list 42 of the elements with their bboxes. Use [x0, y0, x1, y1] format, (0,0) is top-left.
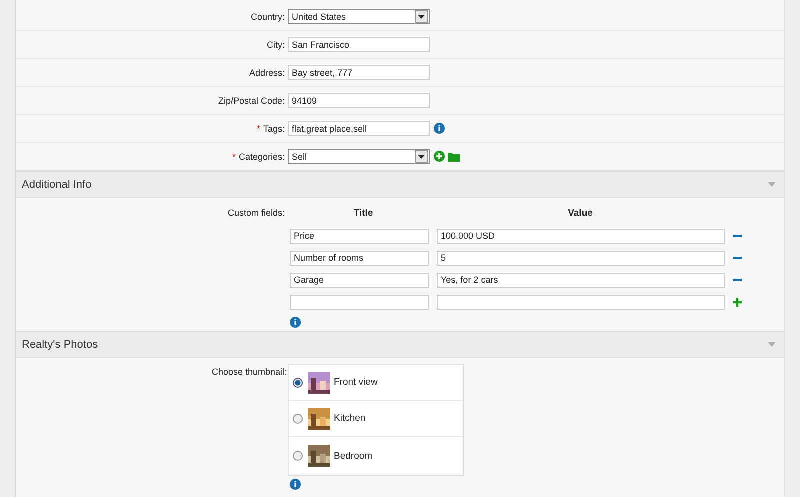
value-field[interactable]: Yes, for 2 cars [437, 272, 725, 288]
field-label: Categories: [238, 152, 285, 162]
folder-icon[interactable] [448, 152, 460, 162]
required-mark: * [256, 124, 260, 134]
title-field[interactable]: Price [290, 228, 429, 244]
field-label: Zip/Postal Code: [218, 96, 285, 106]
text-field[interactable]: San Francisco [288, 37, 430, 52]
dropdown[interactable]: Sell [288, 149, 430, 164]
field-label: Country: [250, 12, 285, 22]
add-icon[interactable] [733, 298, 742, 306]
required-mark: * [232, 152, 236, 162]
field-label: Custom fields: [226, 207, 285, 220]
title-field[interactable]: Garage [290, 272, 429, 288]
section-header[interactable]: Realty's Photos [16, 331, 784, 358]
text-field[interactable]: Bay street, 777 [288, 65, 430, 80]
column-header: Title [352, 208, 374, 221]
column-header: Value [567, 208, 594, 221]
remove-icon[interactable] [733, 278, 742, 282]
text-field[interactable]: 94109 [288, 93, 430, 108]
info-icon[interactable] [290, 479, 301, 490]
section-header[interactable]: Additional Info [16, 171, 784, 198]
value-field[interactable]: 100.000 USD [437, 228, 725, 244]
dropdown[interactable]: United States [288, 9, 430, 24]
radio-button[interactable] [293, 414, 303, 424]
field-label: Address: [249, 68, 285, 78]
radio-button[interactable] [293, 378, 303, 388]
title-field[interactable]: Number of rooms [290, 250, 429, 266]
field-label: Tags: [263, 124, 285, 134]
text-field[interactable]: flat,great place,sell [288, 121, 430, 136]
value-field[interactable] [437, 294, 725, 310]
thumbnail-label: Front view [334, 377, 378, 388]
radio-button[interactable] [293, 451, 303, 461]
field-label: Choose thumbnail: [210, 366, 287, 379]
thumbnail-label: Bedroom [334, 450, 373, 462]
value-field[interactable]: 5 [437, 250, 725, 266]
title-field[interactable] [290, 294, 429, 310]
thumbnail-label: Kitchen [334, 413, 366, 424]
info-icon[interactable] [434, 123, 445, 134]
field-label: City: [267, 40, 285, 50]
info-icon[interactable] [290, 317, 301, 328]
remove-icon[interactable] [733, 234, 742, 238]
remove-icon[interactable] [733, 256, 742, 260]
